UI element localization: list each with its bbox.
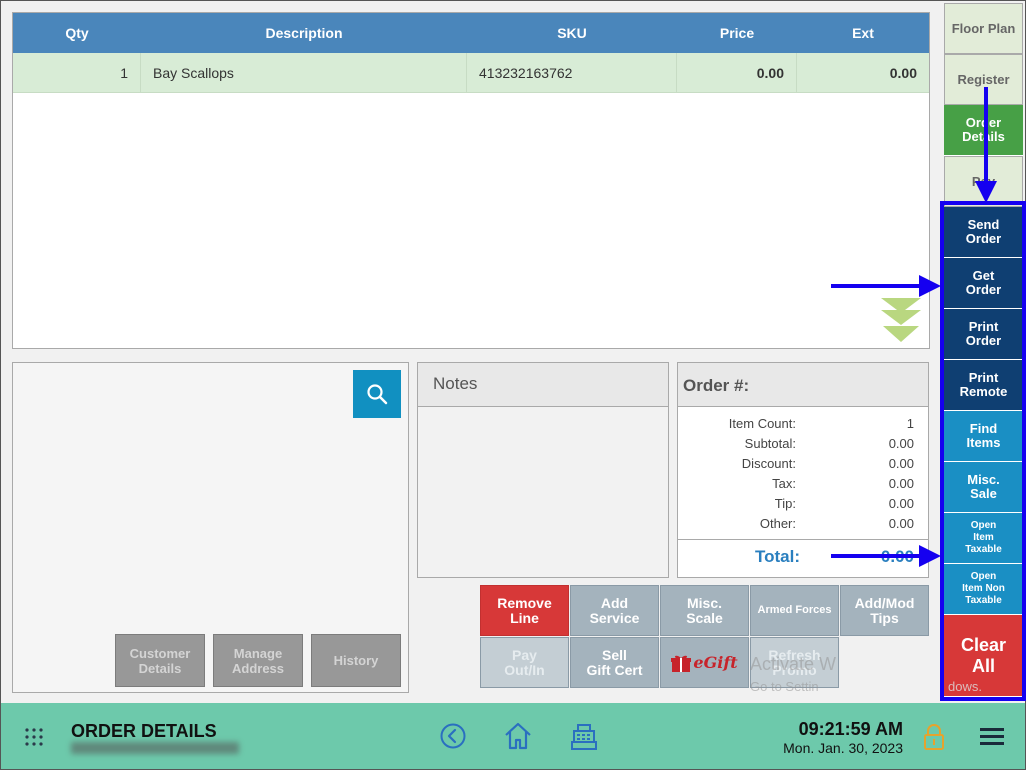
misc-scale-button[interactable]: Misc. Scale xyxy=(660,585,749,636)
lock-icon[interactable] xyxy=(923,723,945,751)
table-row[interactable]: 1 Bay Scallops 413232163762 0.00 0.00 xyxy=(13,53,929,93)
summary-row: Item Count: 1 xyxy=(678,413,928,433)
print-remote-button[interactable]: Print Remote xyxy=(944,360,1023,411)
customer-details-button[interactable]: Customer Details xyxy=(115,634,205,687)
summary-value: 0.00 xyxy=(888,516,914,531)
open-item-non-taxable-button[interactable]: Open Item Non Taxable xyxy=(944,564,1023,615)
clock-time: 09:21:59 AM xyxy=(798,719,903,739)
header-description[interactable]: Description xyxy=(141,13,467,53)
row-description: Bay Scallops xyxy=(141,53,467,92)
add-service-button[interactable]: Add Service xyxy=(570,585,659,636)
grid-header: Qty Description SKU Price Ext xyxy=(13,13,929,53)
user-name-redacted xyxy=(71,742,239,754)
gift-icon xyxy=(671,655,692,672)
sell-gift-cert-button[interactable]: Sell Gift Cert xyxy=(570,637,659,688)
summary-row: Other: 0.00 xyxy=(678,513,928,533)
row-sku: 413232163762 xyxy=(467,53,677,92)
home-icon[interactable] xyxy=(503,721,533,751)
print-order-button[interactable]: Print Order xyxy=(944,309,1023,360)
order-details-button[interactable]: Order Details xyxy=(944,105,1023,156)
floor-plan-button[interactable]: Floor Plan xyxy=(944,3,1023,54)
row-qty: 1 xyxy=(13,53,141,92)
order-summary: Order #: Item Count: 1 Subtotal: 0.00 Di… xyxy=(677,362,929,578)
summary-label: Tip: xyxy=(774,496,796,511)
summary-row: Discount: 0.00 xyxy=(678,453,928,473)
egift-button[interactable]: eGift xyxy=(660,637,749,688)
order-number-label: Order #: xyxy=(678,363,928,407)
get-order-button[interactable]: Get Order xyxy=(944,258,1023,309)
summary-value: 1 xyxy=(906,416,914,431)
history-button[interactable]: History xyxy=(311,634,401,687)
remove-line-button[interactable]: Remove Line xyxy=(480,585,569,636)
misc-sale-button[interactable]: Misc. Sale xyxy=(944,462,1023,513)
armed-forces-button[interactable]: Armed Forces xyxy=(750,585,839,636)
pos-window: Qty Description SKU Price Ext 1 Bay Scal… xyxy=(0,0,1026,770)
summary-label: Tax: xyxy=(772,476,796,491)
search-icon xyxy=(367,384,388,405)
summary-value: 0.00 xyxy=(888,496,914,511)
total-label: Total: xyxy=(754,547,800,566)
send-order-button[interactable]: Send Order xyxy=(944,207,1023,258)
screen-title: ORDER DETAILS xyxy=(71,721,217,741)
register-button[interactable]: Register xyxy=(944,54,1023,105)
summary-label: Item Count: xyxy=(728,416,796,431)
find-items-button[interactable]: Find Items xyxy=(944,411,1023,462)
header-ext[interactable]: Ext xyxy=(797,13,929,53)
clear-all-button[interactable]: Clear All xyxy=(944,615,1023,697)
bottom-bar: ORDER DETAILS 09:21:59 AM Mon. Jan. 30, … xyxy=(1,703,1025,769)
divider xyxy=(678,539,928,540)
apps-grid-icon[interactable] xyxy=(24,727,44,747)
summary-row: Tax: 0.00 xyxy=(678,473,928,493)
header-sku[interactable]: SKU xyxy=(467,13,677,53)
customer-panel: Customer Details Manage Address History xyxy=(12,362,409,693)
summary-value: 0.00 xyxy=(888,476,914,491)
row-price: 0.00 xyxy=(677,53,797,92)
pay-button[interactable]: Pay xyxy=(944,156,1023,207)
clock-date: Mon. Jan. 30, 2023 xyxy=(783,740,903,756)
menu-icon[interactable] xyxy=(980,727,1004,747)
summary-label: Discount: xyxy=(741,456,796,471)
order-grid: Qty Description SKU Price Ext 1 Bay Scal… xyxy=(12,12,930,349)
egift-label: eGift xyxy=(693,653,738,672)
back-arrow-icon[interactable] xyxy=(440,723,466,749)
summary-label: Subtotal: xyxy=(744,436,796,451)
header-qty[interactable]: Qty xyxy=(13,13,141,53)
manage-address-button[interactable]: Manage Address xyxy=(213,634,303,687)
pay-out-in-button[interactable]: Pay Out/In xyxy=(480,637,569,688)
notes-panel: Notes xyxy=(417,362,669,578)
summary-row: Tip: 0.00 xyxy=(678,493,928,513)
summary-value: 0.00 xyxy=(888,436,914,451)
add-mod-tips-button[interactable]: Add/Mod Tips xyxy=(840,585,929,636)
refresh-promo-button[interactable]: Refresh Promo xyxy=(750,637,839,688)
summary-label: Other: xyxy=(759,516,796,531)
scroll-down-icon[interactable] xyxy=(881,296,921,344)
summary-row: Subtotal: 0.00 xyxy=(678,433,928,453)
cash-register-icon[interactable] xyxy=(570,723,598,751)
total-value: 0.00 xyxy=(880,547,914,566)
customer-search-button[interactable] xyxy=(353,370,401,418)
open-item-taxable-button[interactable]: Open Item Taxable xyxy=(944,513,1023,564)
row-ext: 0.00 xyxy=(889,64,917,81)
notes-textarea[interactable] xyxy=(418,406,668,577)
notes-title: Notes xyxy=(433,374,478,393)
header-price[interactable]: Price xyxy=(677,13,797,53)
summary-value: 0.00 xyxy=(888,456,914,471)
